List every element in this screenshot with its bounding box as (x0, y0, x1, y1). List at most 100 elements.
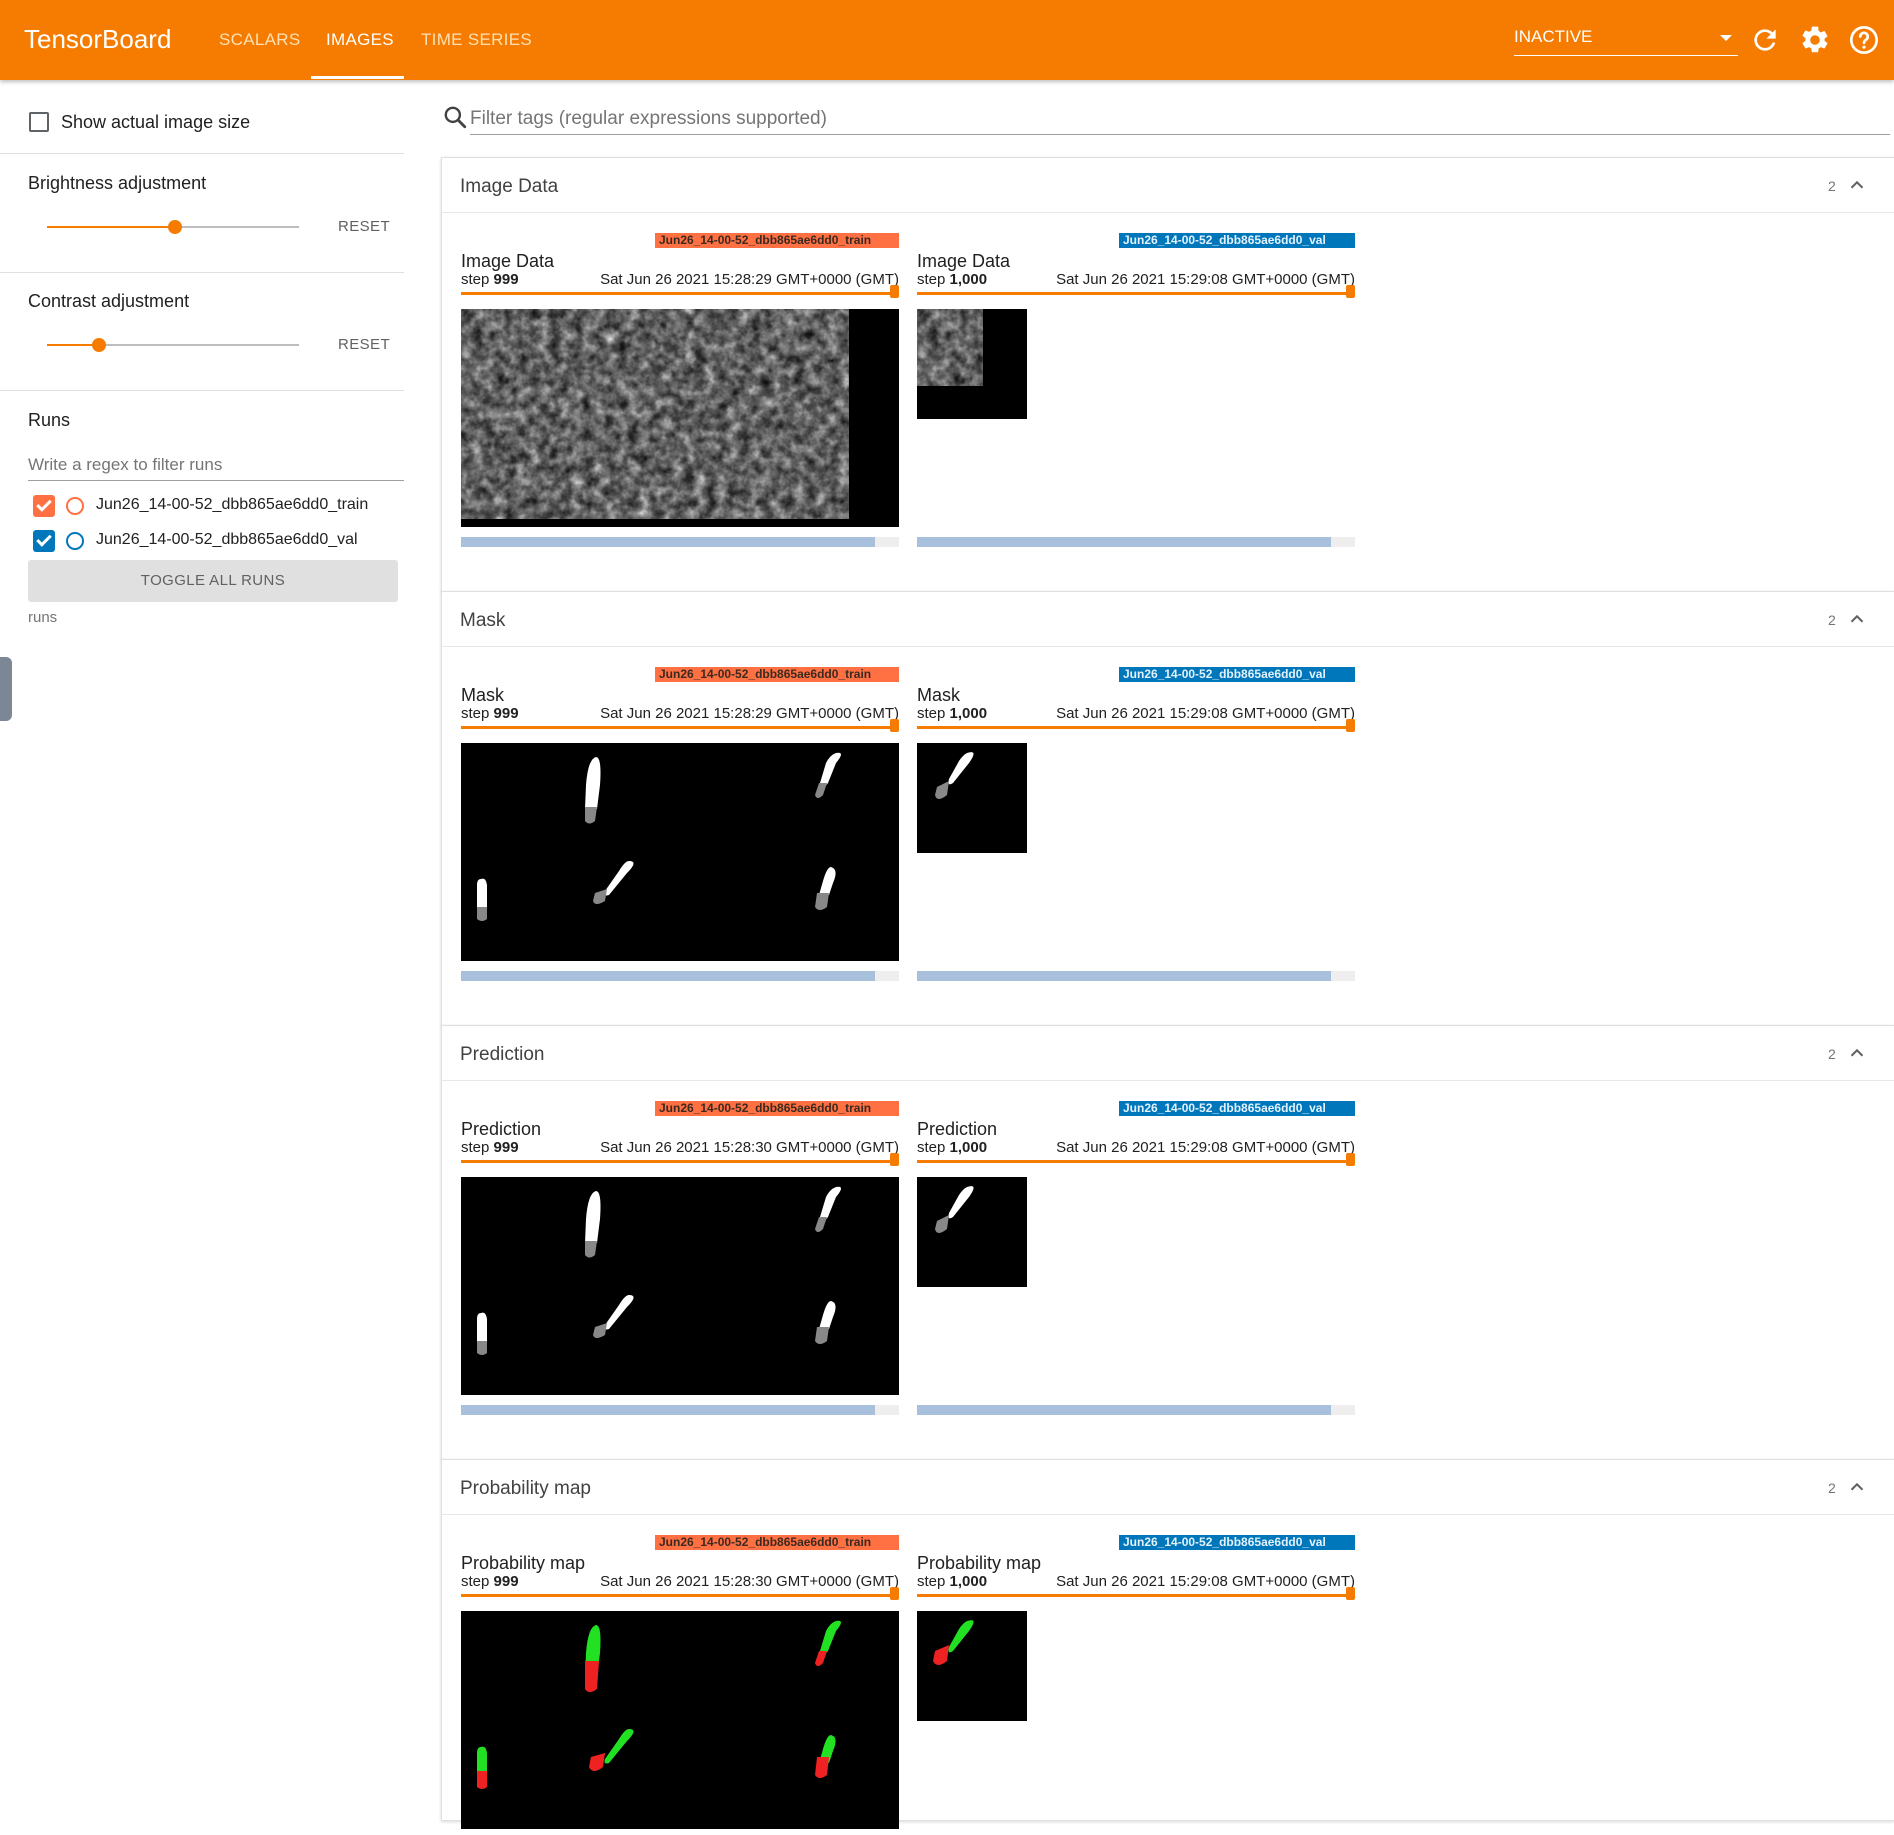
step-slider-thumb[interactable] (890, 1153, 899, 1166)
image-pane-val: Jun26_14-00-52_dbb865ae6dd0_val Image Da… (917, 233, 1355, 547)
pane-tag: Mask (917, 685, 961, 705)
collapse-chevron-up-icon[interactable] (1846, 608, 1868, 630)
step-slider[interactable] (917, 726, 1355, 729)
pane-timestamp: Sat Jun 26 2021 15:29:08 GMT+0000 (GMT) (1056, 271, 1355, 288)
step-label: step (461, 705, 490, 722)
top-bar: TensorBoard SCALARS IMAGES TIME SERIES I… (0, 0, 1894, 80)
step-slider-thumb[interactable] (1346, 285, 1355, 298)
card-header: Prediction 2 (442, 1026, 1894, 1081)
step-slider-thumb[interactable] (1346, 1153, 1355, 1166)
step-label: step (461, 1139, 490, 1156)
run-badge: Jun26_14-00-52_dbb865ae6dd0_train (655, 1535, 899, 1550)
card-header: Mask 2 (442, 592, 1894, 647)
brightness-slider-fill (47, 226, 175, 228)
card-probability-map: Probability map 2 Jun26_14-00-52_dbb865a… (441, 1459, 1894, 1829)
pane-tag: Image Data (917, 251, 1011, 271)
brightness-slider-thumb[interactable] (168, 220, 182, 234)
image-scrollbar[interactable] (917, 971, 1355, 981)
search-icon (444, 106, 467, 129)
help-icon[interactable] (1848, 24, 1880, 56)
pane-step: step 1,000 (917, 1573, 987, 1590)
pane-tag: Mask (461, 685, 505, 705)
step-slider-thumb[interactable] (890, 285, 899, 298)
step-slider[interactable] (917, 1594, 1355, 1597)
image-scrollbar[interactable] (461, 1405, 899, 1415)
run-badge: Jun26_14-00-52_dbb865ae6dd0_val (1119, 1101, 1355, 1116)
step-slider-thumb[interactable] (1346, 1587, 1355, 1600)
step-value: 999 (493, 705, 519, 722)
image-preview (917, 309, 1027, 419)
scrollbar-thumb[interactable] (461, 537, 875, 547)
run-val-checkbox[interactable] (33, 530, 55, 552)
step-slider-thumb[interactable] (1346, 719, 1355, 732)
image-pane-val: Jun26_14-00-52_dbb865ae6dd0_val Predicti… (917, 1101, 1355, 1415)
tab-images[interactable]: IMAGES (326, 30, 394, 50)
runs-footer-label: runs (28, 609, 58, 626)
image-pane-train: Jun26_14-00-52_dbb865ae6dd0_train Predic… (461, 1101, 899, 1415)
runs-filter-input[interactable] (28, 450, 404, 481)
step-label: step (461, 271, 490, 288)
tag-filter-input[interactable] (470, 104, 1890, 135)
step-slider[interactable] (917, 1160, 1355, 1163)
brightness-reset-button[interactable]: RESET (338, 218, 390, 235)
collapse-chevron-up-icon[interactable] (1846, 1476, 1868, 1498)
image-scrollbar[interactable] (917, 1405, 1355, 1415)
sidebar: Show actual image size Brightness adjust… (0, 80, 404, 1817)
toggle-all-runs-button[interactable]: TOGGLE ALL RUNS (28, 560, 398, 602)
dropdown-caret-icon (1720, 35, 1732, 41)
step-label: step (917, 705, 946, 722)
contrast-slider-thumb[interactable] (92, 338, 106, 352)
step-slider[interactable] (917, 292, 1355, 295)
step-label: step (461, 1573, 490, 1590)
show-actual-size-checkbox[interactable] (29, 112, 49, 132)
contrast-reset-button[interactable]: RESET (338, 336, 390, 353)
show-actual-size-label: Show actual image size (61, 112, 251, 132)
run-state-value: INACTIVE (1514, 27, 1593, 46)
run-val-color-icon[interactable] (66, 532, 84, 550)
card-count: 2 (1828, 1046, 1836, 1062)
scrollbar-thumb[interactable] (917, 537, 1331, 547)
image-pane-train: Jun26_14-00-52_dbb865ae6dd0_train Image … (461, 233, 899, 547)
tab-scalars[interactable]: SCALARS (219, 30, 300, 50)
scrollbar-thumb[interactable] (461, 1405, 875, 1415)
step-slider[interactable] (461, 726, 899, 729)
contrast-label: Contrast adjustment (28, 291, 190, 311)
card-image-data: Image Data 2 Jun26_14-00-52_dbb865ae6dd0… (441, 157, 1894, 593)
step-value: 999 (493, 1139, 519, 1156)
step-label: step (917, 1139, 946, 1156)
collapse-chevron-up-icon[interactable] (1846, 174, 1868, 196)
step-slider[interactable] (461, 1160, 899, 1163)
pane-timestamp: Sat Jun 26 2021 15:28:30 GMT+0000 (GMT) (600, 1139, 899, 1156)
pane-tag: Prediction (461, 1119, 542, 1139)
scrollbar-thumb[interactable] (461, 971, 875, 981)
image-preview (461, 309, 899, 527)
image-preview (461, 1611, 899, 1829)
scrollbar-thumb[interactable] (917, 1405, 1331, 1415)
app-brand: TensorBoard (24, 24, 172, 54)
run-train-checkbox[interactable] (33, 495, 55, 517)
sidebar-collapse-handle[interactable] (0, 657, 12, 721)
pane-step: step 1,000 (917, 705, 987, 722)
pane-timestamp: Sat Jun 26 2021 15:28:29 GMT+0000 (GMT) (600, 271, 899, 288)
image-preview (461, 743, 899, 961)
step-slider-thumb[interactable] (890, 719, 899, 732)
pane-tag: Probability map (461, 1553, 586, 1573)
image-scrollbar[interactable] (461, 537, 899, 547)
runs-title: Runs (28, 410, 71, 430)
run-state-select[interactable]: INACTIVE (1514, 27, 1738, 56)
step-slider[interactable] (461, 1594, 899, 1597)
scrollbar-thumb[interactable] (917, 971, 1331, 981)
step-slider-thumb[interactable] (890, 1587, 899, 1600)
image-scrollbar[interactable] (917, 537, 1355, 547)
pane-timestamp: Sat Jun 26 2021 15:28:30 GMT+0000 (GMT) (600, 1573, 899, 1590)
image-scrollbar[interactable] (461, 971, 899, 981)
settings-icon[interactable] (1799, 24, 1831, 56)
step-slider[interactable] (461, 292, 899, 295)
pane-step: step 1,000 (917, 1139, 987, 1156)
run-badge: Jun26_14-00-52_dbb865ae6dd0_train (655, 1101, 899, 1116)
tab-time-series[interactable]: TIME SERIES (421, 30, 532, 50)
run-train-color-icon[interactable] (66, 497, 84, 515)
pane-tag: Prediction (917, 1119, 998, 1139)
collapse-chevron-up-icon[interactable] (1846, 1042, 1868, 1064)
reload-icon[interactable] (1749, 24, 1781, 56)
